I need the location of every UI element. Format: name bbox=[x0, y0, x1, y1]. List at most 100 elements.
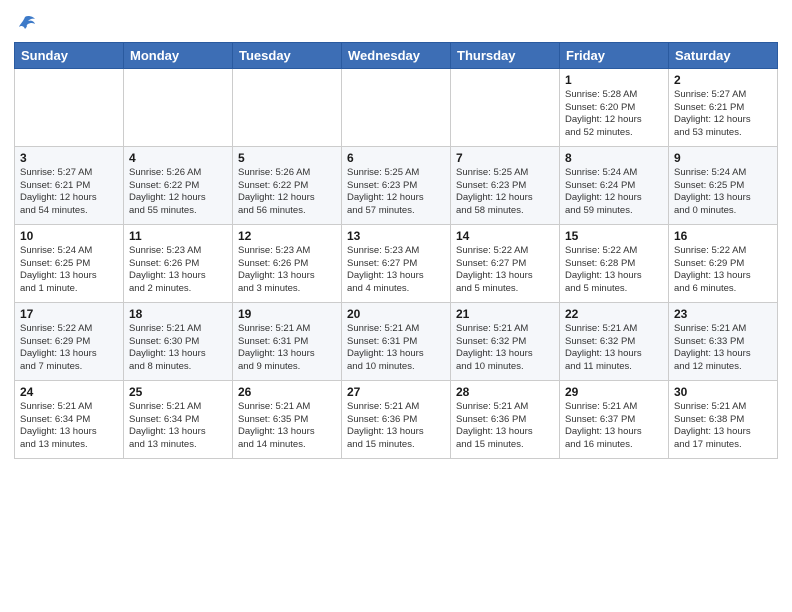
weekday-monday: Monday bbox=[124, 42, 233, 68]
day-number: 4 bbox=[129, 151, 227, 165]
week-row-1: 1 Sunrise: 5:28 AM Sunset: 6:20 PM Daylig… bbox=[15, 68, 778, 146]
day-cell: 11 Sunrise: 5:23 AM Sunset: 6:26 PM Dayli… bbox=[124, 224, 233, 302]
week-row-5: 24Sunrise: 5:21 AM Sunset: 6:34 PM Dayli… bbox=[15, 380, 778, 458]
day-info: Sunrise: 5:21 AM Sunset: 6:37 PM Dayligh… bbox=[565, 401, 663, 452]
day-info: Sunrise: 5:21 AM Sunset: 6:31 PM Dayligh… bbox=[238, 323, 336, 374]
day-info: Sunrise: 5:27 AM Sunset: 6:21 PM Dayligh… bbox=[674, 89, 772, 140]
day-cell: 3 Sunrise: 5:27 AM Sunset: 6:21 PM Daylig… bbox=[15, 146, 124, 224]
week-row-2: 3 Sunrise: 5:27 AM Sunset: 6:21 PM Daylig… bbox=[15, 146, 778, 224]
day-number: 21 bbox=[456, 307, 554, 321]
day-cell: 30 Sunrise: 5:21 AM Sunset: 6:38 PM Dayli… bbox=[669, 380, 778, 458]
day-info: Sunrise: 5:25 AM Sunset: 6:23 PM Dayligh… bbox=[456, 167, 554, 218]
logo bbox=[14, 14, 37, 34]
day-number: 11 bbox=[129, 229, 227, 243]
day-number: 19 bbox=[238, 307, 336, 321]
day-number: 8 bbox=[565, 151, 663, 165]
day-cell: 1 Sunrise: 5:28 AM Sunset: 6:20 PM Daylig… bbox=[560, 68, 669, 146]
day-number: 23 bbox=[674, 307, 772, 321]
day-cell bbox=[233, 68, 342, 146]
day-number: 20 bbox=[347, 307, 445, 321]
day-cell: 9 Sunrise: 5:24 AM Sunset: 6:25 PM Daylig… bbox=[669, 146, 778, 224]
day-info: Sunrise: 5:22 AM Sunset: 6:29 PM Dayligh… bbox=[20, 323, 118, 374]
day-cell: 13 Sunrise: 5:23 AM Sunset: 6:27 PM Dayli… bbox=[342, 224, 451, 302]
day-number: 15 bbox=[565, 229, 663, 243]
day-cell: 18 Sunrise: 5:21 AM Sunset: 6:30 PM Dayli… bbox=[124, 302, 233, 380]
day-number: 17 bbox=[20, 307, 118, 321]
day-info: Sunrise: 5:21 AM Sunset: 6:35 PM Dayligh… bbox=[238, 401, 336, 452]
day-cell: 28 Sunrise: 5:21 AM Sunset: 6:36 PM Dayli… bbox=[451, 380, 560, 458]
day-number: 1 bbox=[565, 73, 663, 87]
day-info: Sunrise: 5:27 AM Sunset: 6:21 PM Dayligh… bbox=[20, 167, 118, 218]
day-cell: 24Sunrise: 5:21 AM Sunset: 6:34 PM Dayli… bbox=[15, 380, 124, 458]
weekday-header-row: SundayMondayTuesdayWednesdayThursdayFrid… bbox=[15, 42, 778, 68]
day-cell: 19 Sunrise: 5:21 AM Sunset: 6:31 PM Dayli… bbox=[233, 302, 342, 380]
day-cell: 12Sunrise: 5:23 AM Sunset: 6:26 PM Dayli… bbox=[233, 224, 342, 302]
day-info: Sunrise: 5:21 AM Sunset: 6:36 PM Dayligh… bbox=[347, 401, 445, 452]
day-number: 30 bbox=[674, 385, 772, 399]
day-info: Sunrise: 5:23 AM Sunset: 6:27 PM Dayligh… bbox=[347, 245, 445, 296]
day-info: Sunrise: 5:23 AM Sunset: 6:26 PM Dayligh… bbox=[129, 245, 227, 296]
day-cell: 25 Sunrise: 5:21 AM Sunset: 6:34 PM Dayli… bbox=[124, 380, 233, 458]
day-info: Sunrise: 5:22 AM Sunset: 6:29 PM Dayligh… bbox=[674, 245, 772, 296]
day-info: Sunrise: 5:21 AM Sunset: 6:38 PM Dayligh… bbox=[674, 401, 772, 452]
day-cell: 10 Sunrise: 5:24 AM Sunset: 6:25 PM Dayli… bbox=[15, 224, 124, 302]
day-cell: 17 Sunrise: 5:22 AM Sunset: 6:29 PM Dayli… bbox=[15, 302, 124, 380]
day-info: Sunrise: 5:28 AM Sunset: 6:20 PM Dayligh… bbox=[565, 89, 663, 140]
day-cell bbox=[15, 68, 124, 146]
day-info: Sunrise: 5:22 AM Sunset: 6:28 PM Dayligh… bbox=[565, 245, 663, 296]
header bbox=[14, 10, 778, 34]
calendar: SundayMondayTuesdayWednesdayThursdayFrid… bbox=[14, 42, 778, 459]
day-cell: 21 Sunrise: 5:21 AM Sunset: 6:32 PM Dayli… bbox=[451, 302, 560, 380]
day-number: 2 bbox=[674, 73, 772, 87]
day-number: 9 bbox=[674, 151, 772, 165]
weekday-wednesday: Wednesday bbox=[342, 42, 451, 68]
day-info: Sunrise: 5:21 AM Sunset: 6:30 PM Dayligh… bbox=[129, 323, 227, 374]
day-number: 18 bbox=[129, 307, 227, 321]
day-number: 27 bbox=[347, 385, 445, 399]
day-number: 12 bbox=[238, 229, 336, 243]
day-info: Sunrise: 5:21 AM Sunset: 6:34 PM Dayligh… bbox=[129, 401, 227, 452]
day-cell: 26 Sunrise: 5:21 AM Sunset: 6:35 PM Dayli… bbox=[233, 380, 342, 458]
day-info: Sunrise: 5:25 AM Sunset: 6:23 PM Dayligh… bbox=[347, 167, 445, 218]
day-cell: 14Sunrise: 5:22 AM Sunset: 6:27 PM Dayli… bbox=[451, 224, 560, 302]
day-info: Sunrise: 5:21 AM Sunset: 6:32 PM Dayligh… bbox=[456, 323, 554, 374]
day-info: Sunrise: 5:24 AM Sunset: 6:25 PM Dayligh… bbox=[674, 167, 772, 218]
weekday-tuesday: Tuesday bbox=[233, 42, 342, 68]
day-number: 29 bbox=[565, 385, 663, 399]
weekday-saturday: Saturday bbox=[669, 42, 778, 68]
day-number: 7 bbox=[456, 151, 554, 165]
day-info: Sunrise: 5:26 AM Sunset: 6:22 PM Dayligh… bbox=[238, 167, 336, 218]
day-number: 25 bbox=[129, 385, 227, 399]
day-cell bbox=[342, 68, 451, 146]
weekday-friday: Friday bbox=[560, 42, 669, 68]
day-info: Sunrise: 5:22 AM Sunset: 6:27 PM Dayligh… bbox=[456, 245, 554, 296]
day-number: 6 bbox=[347, 151, 445, 165]
day-number: 13 bbox=[347, 229, 445, 243]
day-info: Sunrise: 5:24 AM Sunset: 6:25 PM Dayligh… bbox=[20, 245, 118, 296]
day-cell: 22 Sunrise: 5:21 AM Sunset: 6:32 PM Dayli… bbox=[560, 302, 669, 380]
day-cell: 15 Sunrise: 5:22 AM Sunset: 6:28 PM Dayli… bbox=[560, 224, 669, 302]
day-cell: 2 Sunrise: 5:27 AM Sunset: 6:21 PM Daylig… bbox=[669, 68, 778, 146]
day-number: 28 bbox=[456, 385, 554, 399]
day-info: Sunrise: 5:21 AM Sunset: 6:34 PM Dayligh… bbox=[20, 401, 118, 452]
day-number: 3 bbox=[20, 151, 118, 165]
week-row-3: 10 Sunrise: 5:24 AM Sunset: 6:25 PM Dayli… bbox=[15, 224, 778, 302]
day-cell: 16 Sunrise: 5:22 AM Sunset: 6:29 PM Dayli… bbox=[669, 224, 778, 302]
logo-content bbox=[14, 14, 37, 34]
logo-bird-icon bbox=[15, 15, 35, 33]
day-cell bbox=[124, 68, 233, 146]
day-info: Sunrise: 5:21 AM Sunset: 6:36 PM Dayligh… bbox=[456, 401, 554, 452]
day-cell: 29 Sunrise: 5:21 AM Sunset: 6:37 PM Dayli… bbox=[560, 380, 669, 458]
day-cell: 27 Sunrise: 5:21 AM Sunset: 6:36 PM Dayli… bbox=[342, 380, 451, 458]
day-cell: 23Sunrise: 5:21 AM Sunset: 6:33 PM Dayli… bbox=[669, 302, 778, 380]
day-cell: 5Sunrise: 5:26 AM Sunset: 6:22 PM Daylig… bbox=[233, 146, 342, 224]
day-info: Sunrise: 5:21 AM Sunset: 6:32 PM Dayligh… bbox=[565, 323, 663, 374]
day-number: 26 bbox=[238, 385, 336, 399]
day-number: 22 bbox=[565, 307, 663, 321]
day-info: Sunrise: 5:24 AM Sunset: 6:24 PM Dayligh… bbox=[565, 167, 663, 218]
day-cell bbox=[451, 68, 560, 146]
day-number: 10 bbox=[20, 229, 118, 243]
day-number: 16 bbox=[674, 229, 772, 243]
day-info: Sunrise: 5:26 AM Sunset: 6:22 PM Dayligh… bbox=[129, 167, 227, 218]
day-cell: 20Sunrise: 5:21 AM Sunset: 6:31 PM Dayli… bbox=[342, 302, 451, 380]
